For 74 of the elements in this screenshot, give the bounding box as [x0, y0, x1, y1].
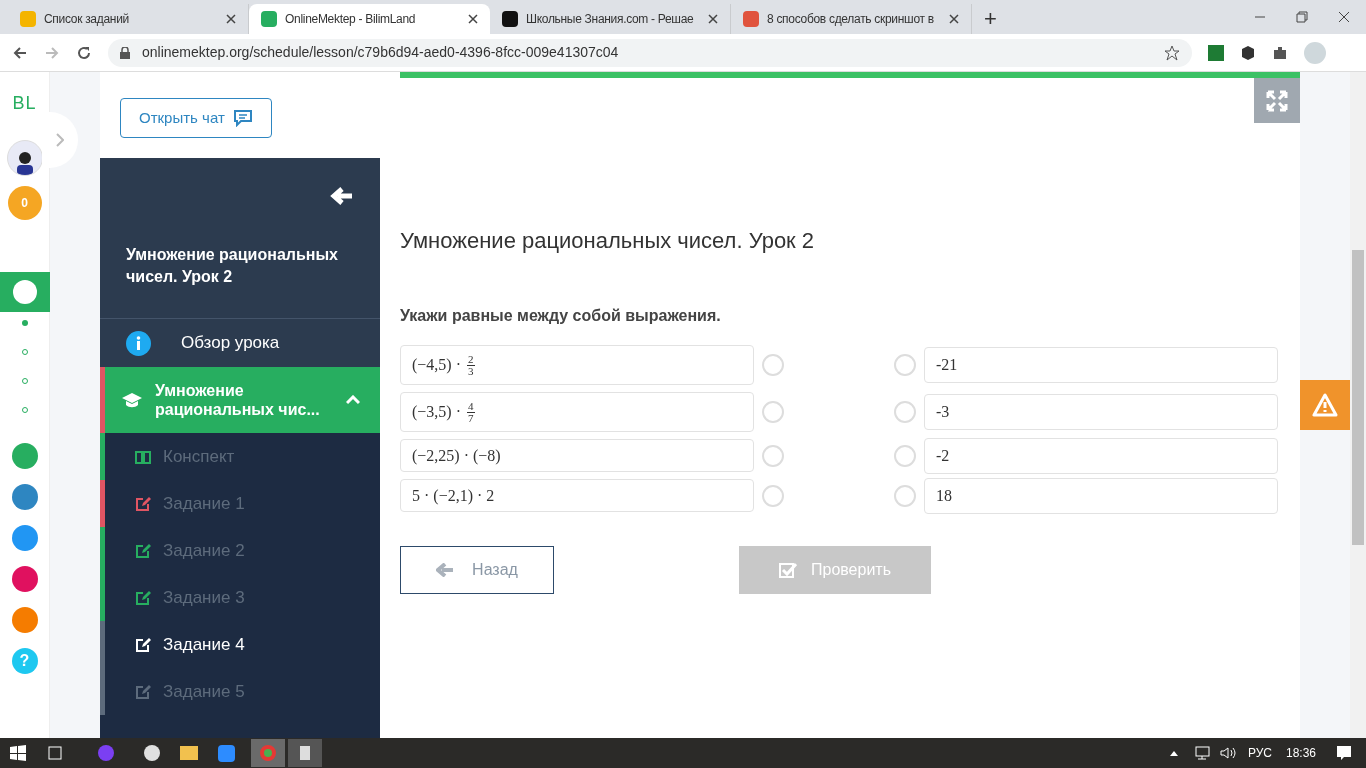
arrow-left-icon[interactable] — [330, 186, 354, 206]
close-icon[interactable] — [1338, 11, 1350, 23]
close-tab-icon[interactable] — [708, 14, 718, 24]
answer-option[interactable]: (−2,25) · (−8) — [400, 439, 754, 472]
answer-option[interactable]: -2 — [924, 437, 1278, 474]
clock[interactable]: 18:36 — [1285, 744, 1316, 762]
extension-icon[interactable] — [1208, 44, 1224, 61]
language-indicator[interactable]: РУС — [1247, 744, 1272, 762]
user-avatar[interactable] — [6, 140, 43, 176]
volume-icon[interactable] — [1219, 746, 1238, 760]
edit-icon — [135, 542, 151, 559]
arrow-left-icon — [436, 563, 455, 577]
browser-taskbar-icon[interactable] — [144, 745, 160, 761]
radio-button[interactable] — [762, 444, 784, 467]
radio-button[interactable] — [762, 354, 784, 376]
lesson-step-item[interactable]: Задание 4 — [105, 621, 380, 668]
close-tab-icon[interactable] — [468, 14, 478, 24]
app-icon[interactable] — [11, 484, 38, 510]
assistant-icon[interactable] — [98, 745, 114, 761]
radio-button[interactable] — [894, 484, 916, 507]
answer-option[interactable]: -21 — [924, 347, 1278, 383]
windows-start-icon[interactable] — [10, 745, 26, 761]
answer-option[interactable]: 18 — [924, 477, 1278, 514]
answer-option[interactable]: 5 · (−2,1) · 2 — [400, 479, 754, 512]
radio-button[interactable] — [894, 444, 916, 467]
chevron-right-icon — [56, 133, 64, 147]
reload-icon[interactable] — [76, 44, 92, 61]
checkbox-icon — [779, 562, 797, 578]
question-text: Укажи равные между собой выражения. — [400, 306, 722, 326]
browser-tab[interactable]: OnlineMektep - BilimLand — [249, 4, 490, 34]
answer-option[interactable]: -3 — [924, 394, 1278, 430]
scrollbar[interactable] — [1350, 72, 1366, 738]
restore-icon[interactable] — [1296, 11, 1308, 23]
radio-button[interactable] — [762, 401, 784, 423]
video-call-icon[interactable] — [218, 744, 235, 762]
back-arrow-icon[interactable] — [12, 44, 28, 61]
edit-icon — [135, 683, 151, 700]
expand-arrows-icon — [1266, 89, 1288, 112]
url-text: onlinemektep.org/schedule/lesson/c79b6d94-aed0-4396-8fcc-009e41307c04 — [142, 43, 620, 62]
overview-item[interactable]: Обзор урока — [100, 318, 380, 367]
open-chat-button[interactable]: Открыть чат — [120, 98, 272, 138]
edit-icon — [135, 589, 151, 606]
warning-icon — [1312, 393, 1338, 417]
edit-icon — [135, 636, 151, 653]
notifications-icon[interactable] — [1336, 745, 1352, 761]
app-icon[interactable] — [11, 525, 38, 551]
graduation-cap-icon — [121, 392, 143, 408]
app-icon[interactable] — [11, 566, 38, 592]
lesson-heading: Умножение рациональных чисел. Урок 2 — [400, 228, 816, 254]
edit-icon — [135, 495, 151, 512]
coin-counter: 0 — [7, 186, 42, 220]
new-tab-button[interactable]: + — [984, 8, 997, 30]
forward-arrow-icon[interactable] — [44, 44, 60, 61]
radio-button[interactable] — [894, 401, 916, 423]
close-tab-icon[interactable] — [226, 14, 236, 24]
online-mektep-tab[interactable] — [0, 272, 50, 312]
app-icon[interactable] — [11, 443, 38, 469]
fullscreen-button[interactable] — [1254, 78, 1300, 123]
book-icon — [135, 449, 151, 464]
info-icon — [126, 330, 151, 356]
cube-icon[interactable] — [1240, 44, 1256, 61]
lock-icon — [120, 46, 130, 59]
address-bar[interactable]: onlinemektep.org/schedule/lesson/c79b6d94-aed0-4396-8fcc-009e41307c04 — [108, 38, 1192, 67]
radio-button[interactable] — [762, 484, 784, 507]
close-tab-icon[interactable] — [949, 14, 959, 24]
speaker-taskbar-icon[interactable] — [288, 739, 322, 767]
lesson-title: Умножение рациональных чисел. Урок 2 — [126, 245, 339, 287]
star-icon[interactable] — [1164, 44, 1180, 61]
caret-up-icon[interactable] — [1169, 750, 1178, 756]
report-problem-button[interactable] — [1300, 380, 1350, 430]
chat-icon — [232, 109, 253, 127]
radio-button[interactable] — [894, 354, 916, 376]
task-view-icon[interactable] — [46, 746, 64, 760]
app-icon[interactable] — [11, 607, 38, 633]
